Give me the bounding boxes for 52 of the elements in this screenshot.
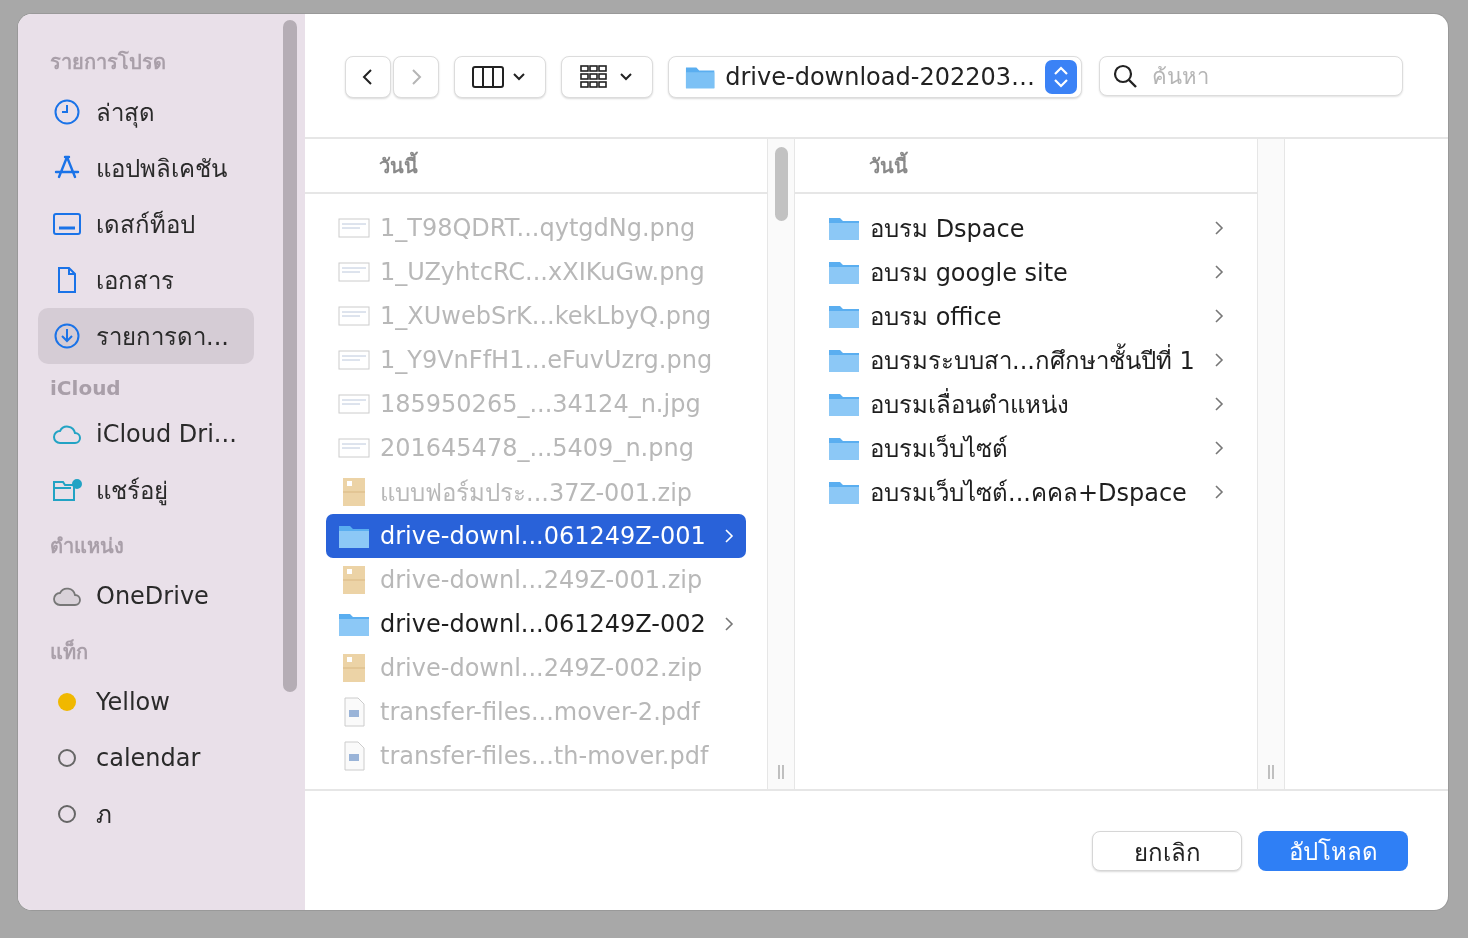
sidebar-item[interactable]: แอปพลิเคชัน	[38, 140, 254, 196]
chevron-right-icon	[1214, 352, 1224, 368]
scrollbar-thumb[interactable]	[283, 20, 297, 692]
sidebar-item[interactable]: แชร์อยู่	[38, 462, 254, 518]
sidebar-item[interactable]: รายการดา...	[38, 308, 254, 364]
upload-button[interactable]: อัปโหลด	[1258, 830, 1408, 871]
section-title: แท็ก	[49, 638, 89, 666]
column-header: วันนี้	[379, 150, 418, 180]
chevron-right-icon	[1214, 484, 1224, 500]
resize-handle-icon[interactable]	[1266, 765, 1276, 779]
file-row[interactable]: อบรม office	[816, 294, 1236, 338]
clock-icon	[52, 97, 82, 127]
chevron-right-icon	[1214, 308, 1224, 324]
file-row[interactable]: drive-downl...061249Z-001	[326, 514, 746, 558]
column-header: วันนี้	[869, 150, 908, 180]
sidebar-item[interactable]: เดสก์ท็อป	[38, 196, 254, 252]
tag-ring-icon	[58, 805, 76, 823]
sidebar-item[interactable]: Yellow	[38, 674, 254, 730]
file-row[interactable]: อบรมระบบสา...กศึกษาชั้นปีที่ 1	[816, 338, 1236, 382]
sidebar-item[interactable]: ล่าสุด	[38, 84, 254, 140]
search-field[interactable]: ค้นหา	[1099, 56, 1403, 96]
sidebar-item[interactable]: OneDrive	[38, 568, 254, 624]
tag-ring-icon	[58, 749, 76, 767]
file-row[interactable]: อบรมเว็บไซต์	[816, 426, 1236, 470]
resize-handle-icon[interactable]	[776, 765, 786, 779]
file-row[interactable]: อบรมเว็บไซต์...คคล+Dspace	[816, 470, 1236, 514]
chevron-right-icon	[1214, 264, 1224, 280]
sidebar-item[interactable]: เอกสาร	[38, 252, 254, 308]
section-title: ตำแหน่ง	[49, 533, 125, 560]
file-row[interactable]: drive-downl...061249Z-002	[326, 602, 746, 646]
file-row[interactable]: อบรม google site	[816, 250, 1236, 294]
file-row[interactable]: อบรม Dspace	[816, 206, 1236, 250]
stepper-icon	[1045, 60, 1077, 94]
search-icon	[1112, 63, 1138, 89]
chevron-right-icon	[724, 528, 734, 544]
section-title: iCloud	[49, 375, 122, 402]
cancel-button[interactable]: ยกเลิก	[1092, 830, 1242, 871]
sidebar-item[interactable]: iCloud Dri...	[38, 406, 254, 462]
sidebar-item[interactable]: ภ	[38, 786, 254, 842]
chevron-right-icon	[1214, 396, 1224, 412]
section-title: รายการโปรด	[49, 49, 167, 76]
chevron-right-icon	[1214, 440, 1224, 456]
scrollbar-thumb[interactable]	[775, 147, 788, 221]
chevron-right-icon	[1214, 220, 1224, 236]
view-button[interactable]	[454, 56, 546, 98]
group-button[interactable]	[561, 56, 653, 98]
back-button[interactable]	[345, 56, 391, 98]
file-row[interactable]: อบรมเลื่อนตำแหน่ง	[816, 382, 1236, 426]
sidebar-item[interactable]: calendar	[38, 730, 254, 786]
download-icon	[52, 321, 82, 351]
path-popup[interactable]: drive-download-202203…	[668, 56, 1082, 98]
chevron-right-icon	[724, 616, 734, 632]
